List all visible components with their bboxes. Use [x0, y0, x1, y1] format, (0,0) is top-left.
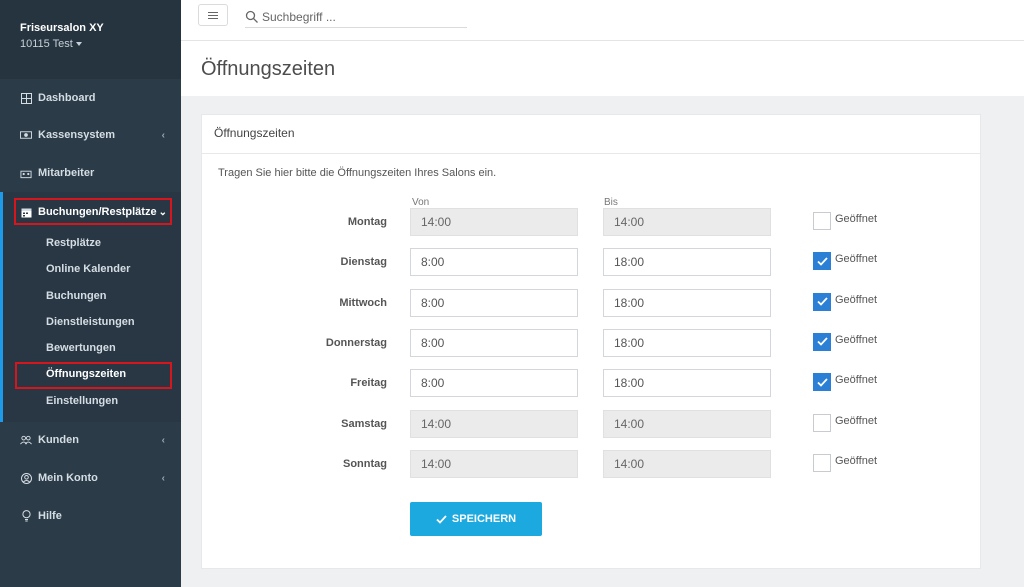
open-checkbox[interactable] — [813, 252, 831, 271]
sidebar-item-label: Dashboard — [38, 92, 96, 104]
time-to-input[interactable] — [603, 449, 771, 478]
cash-icon — [20, 129, 32, 141]
search-bar — [245, 6, 467, 28]
sidebar-subitem-buchungen[interactable]: Buchungen — [46, 290, 107, 302]
day-row: Donnerstag Geöffnet — [202, 328, 980, 359]
day-row: Sonntag Geöffnet — [202, 449, 980, 480]
sidebar-item-label: Mitarbeiter — [38, 167, 95, 179]
sidebar-item-kassensystem[interactable]: Kassensystem ‹ — [0, 116, 181, 154]
caret-down-icon — [75, 42, 82, 46]
sidebar: Friseursalon XY 10115 Test Dashboard Kas… — [0, 0, 181, 587]
intro-text: Tragen Sie hier bitte die Öffnungszeiten… — [218, 167, 497, 179]
location-label: 10115 Test — [20, 38, 73, 50]
sidebar-item-kunden[interactable]: Kunden ‹ — [0, 421, 181, 459]
time-to-input[interactable] — [603, 328, 771, 357]
opening-hours-card: Öffnungszeiten Tragen Sie hier bitte die… — [201, 114, 981, 569]
time-from-input[interactable] — [410, 449, 578, 478]
hamburger-icon — [208, 11, 218, 13]
day-label: Freitag — [350, 377, 387, 390]
hamburger-line — [208, 17, 218, 19]
team-icon — [20, 167, 32, 179]
open-checkbox-label: Geöffnet — [835, 454, 877, 467]
save-button-label: SPEICHERN — [451, 513, 517, 525]
sidebar-item-label: Mein Konto — [38, 472, 98, 484]
hamburger-line — [208, 14, 218, 16]
search-icon — [245, 10, 258, 23]
sidebar-subitem-dienstleistungen[interactable]: Dienstleistungen — [46, 316, 135, 328]
day-label: Samstag — [341, 417, 387, 430]
search-input[interactable] — [262, 9, 452, 24]
chevron-left-icon: ‹ — [161, 472, 165, 484]
day-row: Freitag Geöffnet — [202, 369, 980, 399]
sidebar-item-mitarbeiter[interactable]: Mitarbeiter — [0, 154, 181, 192]
day-row: Montag Geöffnet — [202, 208, 980, 238]
day-label: Dienstag — [340, 256, 387, 269]
time-from-input[interactable] — [410, 369, 578, 398]
day-label: Donnerstag — [325, 336, 387, 349]
open-checkbox[interactable] — [813, 413, 831, 432]
sidebar-subitem-einstellungen[interactable]: Einstellungen — [46, 395, 118, 407]
day-row: Mittwoch Geöffnet — [202, 288, 980, 319]
open-checkbox[interactable] — [813, 373, 831, 392]
checkmark-icon — [816, 257, 828, 266]
topbar — [181, 0, 1024, 41]
time-to-input[interactable] — [603, 409, 771, 438]
day-row: Dienstag Geöffnet — [202, 248, 980, 278]
time-from-input[interactable] — [410, 288, 578, 317]
save-button[interactable]: SPEICHERN — [410, 502, 542, 536]
sidebar-item-label: Kunden — [38, 434, 79, 446]
brand-name: Friseursalon XY — [20, 22, 104, 34]
check-icon — [436, 514, 447, 524]
open-checkbox[interactable] — [813, 453, 831, 472]
sidebar-item-hilfe[interactable]: Hilfe — [0, 497, 181, 535]
time-from-input[interactable] — [410, 208, 578, 236]
sidebar-item-dashboard[interactable]: Dashboard — [0, 79, 181, 117]
card-title: Öffnungszeiten — [202, 115, 980, 154]
checkmark-icon — [816, 378, 828, 387]
open-checkbox-label: Geöffnet — [835, 293, 877, 306]
time-from-input[interactable] — [410, 409, 578, 438]
time-from-input[interactable] — [410, 248, 578, 277]
sidebar-subitem-restplaetze[interactable]: Restplätze — [46, 237, 101, 249]
open-checkbox[interactable] — [813, 212, 831, 230]
sidebar-item-mein-konto[interactable]: Mein Konto ‹ — [0, 459, 181, 497]
time-to-input[interactable] — [603, 208, 771, 236]
checkmark-icon — [816, 297, 828, 306]
location-dropdown[interactable]: 10115 Test — [20, 38, 82, 50]
checkmark-icon — [816, 337, 828, 347]
users-icon — [20, 434, 32, 446]
day-row: Samstag Geöffnet — [202, 409, 980, 440]
sidebar-item-label: Hilfe — [38, 510, 62, 522]
time-from-input[interactable] — [410, 328, 578, 357]
page-title: Öffnungszeiten — [201, 58, 336, 80]
day-label: Montag — [347, 216, 387, 228]
open-checkbox-label: Geöffnet — [835, 374, 877, 387]
open-checkbox[interactable] — [813, 292, 831, 311]
time-to-input[interactable] — [603, 248, 771, 277]
open-checkbox-label: Geöffnet — [835, 414, 877, 427]
lightbulb-icon — [20, 510, 32, 522]
sidebar-subitem-online-kalender[interactable]: Online Kalender — [46, 263, 130, 275]
chevron-left-icon: ‹ — [161, 129, 165, 141]
open-checkbox-label: Geöffnet — [835, 333, 877, 346]
chevron-left-icon: ‹ — [161, 434, 165, 446]
col-label-from: Von — [412, 197, 430, 208]
highlight-box-oeffnungszeiten — [15, 362, 172, 389]
open-checkbox[interactable] — [813, 332, 831, 351]
time-to-input[interactable] — [603, 369, 771, 398]
time-to-input[interactable] — [603, 288, 771, 317]
sidebar-subitem-bewertungen[interactable]: Bewertungen — [46, 342, 116, 354]
highlight-box-buchungen — [14, 198, 172, 225]
open-checkbox-label: Geöffnet — [835, 253, 877, 266]
title-band: Öffnungszeiten — [181, 41, 1024, 96]
open-checkbox-label: Geöffnet — [835, 213, 877, 225]
grid-icon — [20, 92, 32, 104]
sidebar-item-label: Kassensystem — [38, 129, 116, 141]
menu-toggle-button[interactable] — [198, 4, 228, 26]
day-label: Sonntag — [343, 457, 387, 470]
day-label: Mittwoch — [339, 296, 387, 309]
brand: Friseursalon XY 10115 Test — [0, 0, 181, 79]
col-label-to: Bis — [604, 197, 618, 208]
user-circle-icon — [20, 472, 32, 484]
